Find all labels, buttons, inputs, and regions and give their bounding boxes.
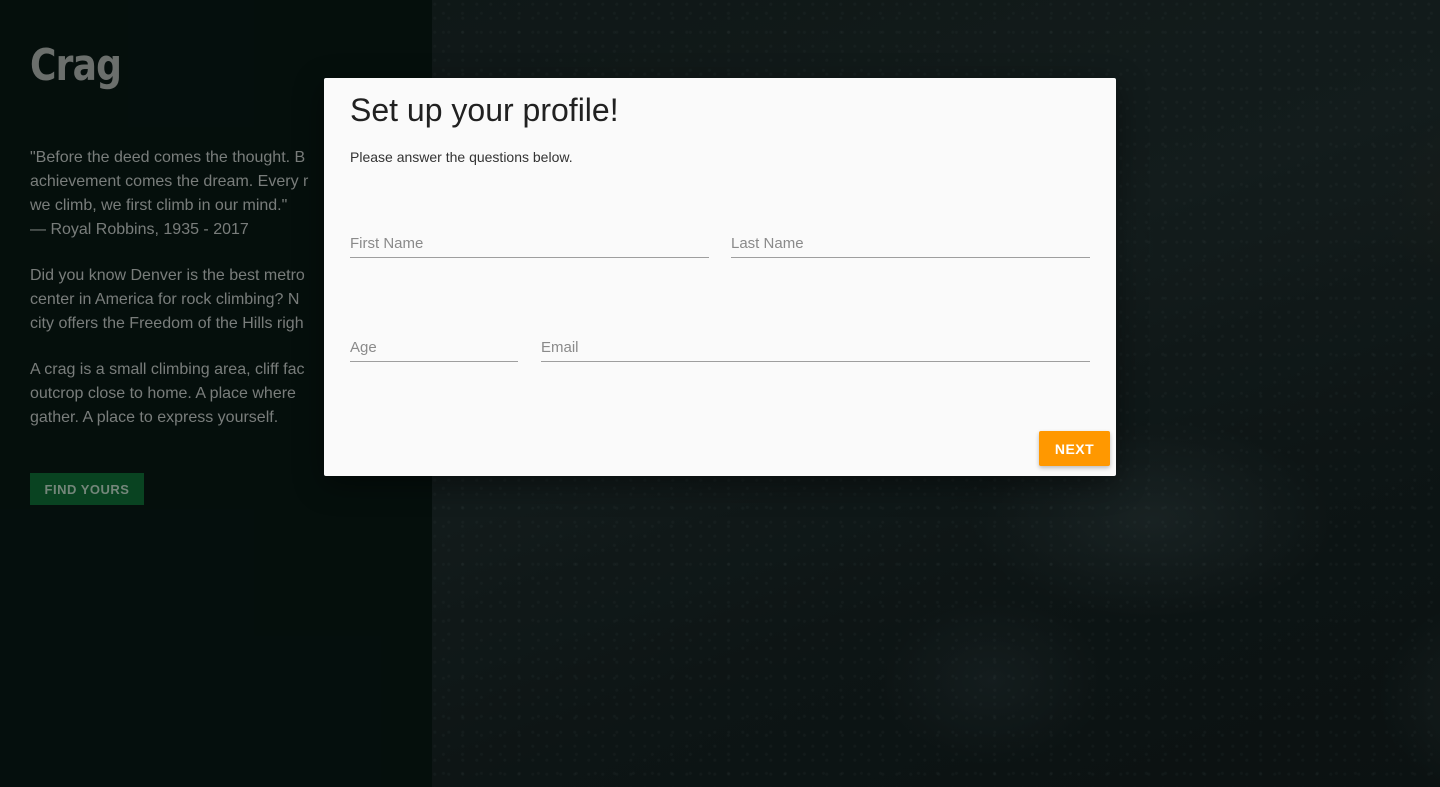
dialog-subtitle: Please answer the questions below. (350, 149, 573, 165)
age-field (350, 334, 518, 362)
email-field (541, 334, 1090, 362)
first-name-input[interactable] (350, 230, 709, 257)
first-name-field (350, 230, 709, 258)
next-button[interactable]: NEXT (1039, 431, 1110, 466)
email-input[interactable] (541, 334, 1090, 361)
dialog-title: Set up your profile! (350, 92, 619, 128)
age-input[interactable] (350, 334, 518, 361)
last-name-field (731, 230, 1090, 258)
last-name-input[interactable] (731, 230, 1090, 257)
profile-setup-dialog: Set up your profile! Please answer the q… (324, 78, 1116, 476)
